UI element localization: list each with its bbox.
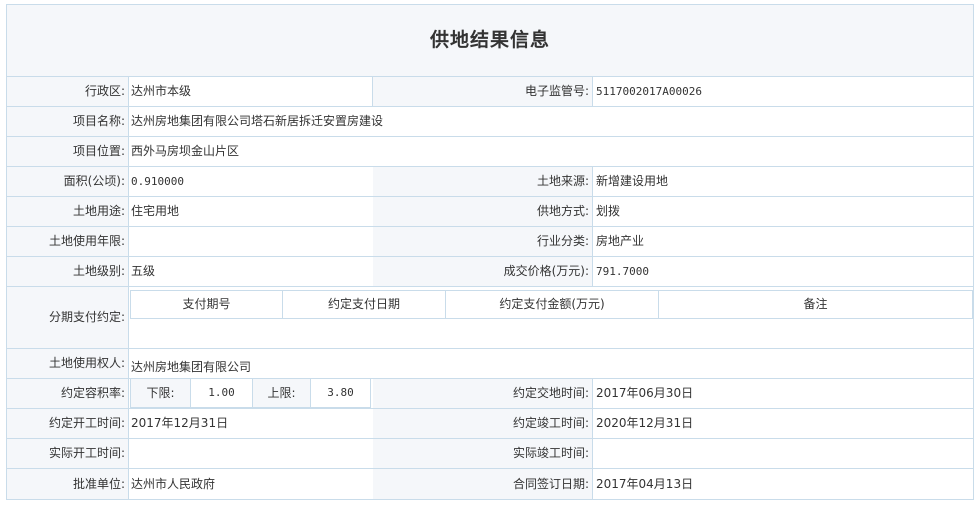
plot-ratio-upper-value: 3.80 [327, 386, 354, 399]
plot-ratio-upper-label: 上限: [253, 379, 311, 407]
project-location-value: 西外马房坝金山片区 [131, 144, 240, 158]
district-value: 达州市本级 [131, 84, 192, 98]
start-date-label: 约定开工时间: [7, 409, 128, 438]
handover-date-label: 约定交地时间: [373, 379, 592, 408]
handover-date-value: 2017年06月30日 [596, 386, 694, 400]
supply-method-label: 供地方式: [373, 197, 592, 226]
project-name-label: 项目名称: [7, 107, 128, 136]
land-user-value: 达州房地集团有限公司 [131, 360, 252, 374]
land-use-value: 住宅用地 [131, 204, 180, 218]
industry-label: 行业分类: [373, 227, 592, 256]
plot-ratio-label: 约定容积率: [7, 379, 128, 408]
installments-header-amount: 约定支付金额(万元) [446, 291, 659, 318]
land-use-label: 土地用途: [7, 197, 128, 226]
actual-start-label: 实际开工时间: [7, 439, 128, 468]
actual-completion-label: 实际竣工时间: [373, 439, 592, 468]
installments-label: 分期支付约定: [7, 287, 128, 348]
land-source-label: 土地来源: [373, 167, 592, 196]
project-name-value: 达州房地集团有限公司塔石新居拆迁安置房建设 [131, 114, 384, 128]
installments-header-period: 支付期号 [131, 291, 283, 318]
plot-ratio-lower-value: 1.00 [191, 379, 253, 407]
contract-date-value: 2017年04月13日 [596, 477, 694, 491]
use-term-label: 土地使用年限: [7, 227, 128, 256]
plot-ratio-box: 下限: 1.00 上限: 3.80 [130, 379, 371, 408]
project-location-label: 项目位置: [7, 137, 128, 166]
supervision-no-label: 电子监管号: [373, 77, 592, 106]
approval-unit-label: 批准单位: [7, 469, 128, 499]
land-grade-value: 五级 [131, 264, 156, 278]
area-label: 面积(公顷): [7, 167, 128, 196]
installments-header-remark: 备注 [659, 291, 972, 318]
area-value: 0.910000 [131, 175, 184, 188]
industry-value: 房地产业 [596, 234, 645, 248]
price-label: 成交价格(万元): [373, 257, 592, 286]
supply-method-value: 划拨 [596, 204, 621, 218]
start-date-value: 2017年12月31日 [131, 416, 229, 430]
installments-header-row: 支付期号 约定支付日期 约定支付金额(万元) 备注 [130, 290, 973, 319]
land-user-label: 土地使用权人: [7, 349, 128, 378]
completion-date-label: 约定竣工时间: [373, 409, 592, 438]
price-value: 791.7000 [596, 265, 649, 278]
district-label: 行政区: [7, 77, 128, 106]
installments-header-date: 约定支付日期 [283, 291, 446, 318]
supervision-no-value: 5117002017A00026 [596, 85, 702, 98]
land-supply-result-table: 供地结果信息 行政区: 达州市本级 电子监管号: 5117002017A0002… [6, 4, 974, 500]
page-title: 供地结果信息 [7, 5, 973, 76]
land-source-value: 新增建设用地 [596, 174, 669, 188]
plot-ratio-lower-label: 下限: [131, 379, 191, 407]
land-grade-label: 土地级别: [7, 257, 128, 286]
completion-date-value: 2020年12月31日 [596, 416, 694, 430]
approval-unit-value: 达州市人民政府 [131, 477, 216, 491]
contract-date-label: 合同签订日期: [373, 469, 592, 499]
